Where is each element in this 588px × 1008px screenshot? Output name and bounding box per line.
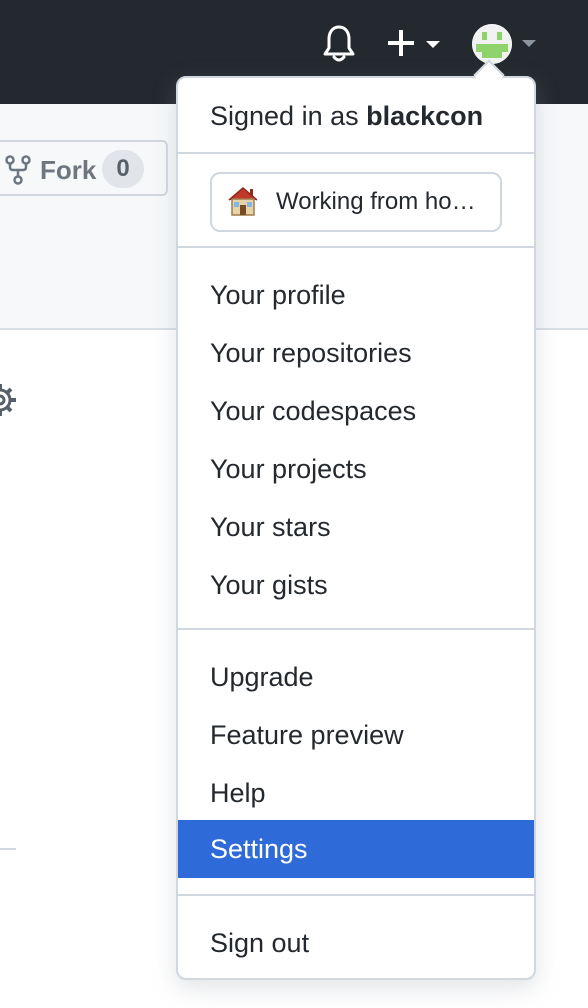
fork-button[interactable]: Fork 0: [0, 140, 168, 196]
create-new-dropdown[interactable]: [386, 26, 446, 62]
menu-item-your-gists[interactable]: Your gists: [178, 556, 534, 614]
house-icon: [228, 187, 258, 216]
status-text: Working from ho…: [276, 188, 476, 215]
menu-divider: [178, 628, 534, 630]
signed-in-prefix: Signed in as: [210, 101, 359, 131]
chevron-down-icon: [426, 41, 440, 48]
user-dropdown-menu: Signed in as blackcon Working from ho… Y…: [176, 59, 536, 980]
menu-item-help[interactable]: Help: [178, 764, 534, 822]
username: blackcon: [366, 101, 484, 131]
menu-divider: [178, 894, 534, 896]
menu-item-your-projects[interactable]: Your projects: [178, 440, 534, 498]
set-status-button[interactable]: Working from ho…: [210, 172, 502, 232]
bell-icon[interactable]: [322, 24, 356, 64]
fork-count-badge: 0: [102, 150, 144, 188]
menu-item-settings[interactable]: Settings: [178, 820, 534, 878]
menu-item-feature-preview[interactable]: Feature preview: [178, 706, 534, 764]
user-menu-toggle[interactable]: [470, 22, 540, 68]
content-divider: [0, 848, 16, 850]
menu-item-your-profile[interactable]: Your profile: [178, 266, 534, 324]
menu-item-sign-out[interactable]: Sign out: [178, 914, 534, 972]
menu-item-upgrade[interactable]: Upgrade: [178, 648, 534, 706]
menu-divider: [178, 152, 534, 154]
chevron-down-icon: [522, 40, 536, 47]
menu-divider: [178, 246, 534, 248]
fork-label: Fork: [40, 155, 97, 185]
gear-icon[interactable]: [0, 382, 18, 418]
menu-item-your-codespaces[interactable]: Your codespaces: [178, 382, 534, 440]
fork-icon: [5, 155, 31, 185]
menu-item-your-stars[interactable]: Your stars: [178, 498, 534, 556]
signed-in-header: Signed in as blackcon: [178, 78, 534, 154]
menu-item-your-repositories[interactable]: Your repositories: [178, 324, 534, 382]
plus-icon: [388, 30, 414, 56]
avatar: [472, 24, 512, 64]
